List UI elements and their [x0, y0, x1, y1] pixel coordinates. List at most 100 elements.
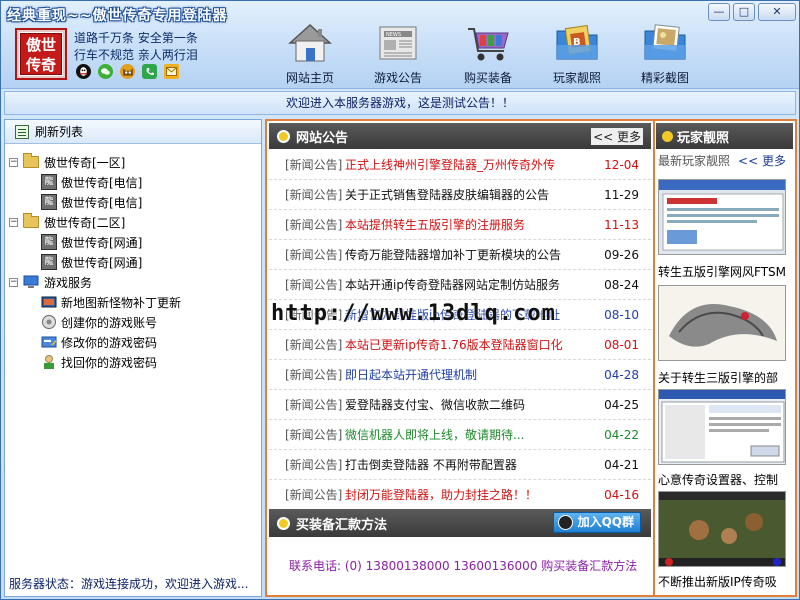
news-title-link[interactable]: 本站已更新ip传奇1.76版本登陆器窗口化 [345, 330, 563, 360]
bullet-icon [662, 130, 673, 142]
news-title-link[interactable]: 本站开通ip传奇登陆器网站定制仿站服务 [345, 270, 560, 300]
photo-caption[interactable]: 不断推出新版IP传奇吸 [658, 573, 788, 590]
photo-caption[interactable]: 关于转生三版引擎的部 [658, 369, 788, 386]
news-title-link[interactable]: 爱登陆器支付宝、微信收款二维码 [345, 390, 525, 420]
folder-icon [23, 213, 39, 228]
photo-thumbnail[interactable] [658, 285, 786, 361]
nav-shop[interactable]: 购买装备 [453, 21, 523, 86]
nav-label: 网站主页 [285, 71, 334, 85]
news-item[interactable]: [新闻公告] 即日起本站开通代理机制 04-28 [269, 360, 651, 390]
news-item[interactable]: [新闻公告] 关于正式销售登陆器皮肤编辑器的公告 11-29 [269, 180, 651, 210]
news-item[interactable]: [新闻公告] 本站已更新ip传奇1.76版本登陆器窗口化 08-01 [269, 330, 651, 360]
news-title-link[interactable]: 正式上线神州引擎登陆器_万州传奇外传 [345, 150, 555, 180]
news-date: 08-24 [604, 278, 639, 292]
photo-thumbnail[interactable] [658, 389, 786, 465]
slogan-line: 道路千万条 安全第一条 [74, 31, 198, 45]
news-title-link[interactable]: 传奇万能登陆器增加补丁更新模块的公告 [345, 240, 561, 270]
payment-contact: 联系电话: (0) 13800138000 13600136000 购买装备汇款… [289, 559, 638, 573]
server-tree: − 傲世传奇[一区] 龍 傲世传奇[电信] 龍 傲世传奇[电信] − 傲世传奇[… [9, 152, 259, 372]
minimize-button[interactable]: — [708, 3, 730, 21]
news-tag: [新闻公告] [285, 218, 343, 232]
news-tag: [新闻公告] [285, 188, 343, 202]
contact-icons [76, 64, 179, 79]
app-window: 经典重现~~傲世传奇专用登陆器 傲世 传奇 道路千万条 安全第一条 行车不规范 … [0, 0, 800, 600]
news-item[interactable]: [新闻公告] 正式上线神州引擎登陆器_万州传奇外传 12-04 [269, 150, 651, 180]
refresh-label: 刷新列表 [35, 125, 84, 139]
news-title-link[interactable]: 本站提供转生五版引擎的注册服务 [345, 210, 525, 240]
collapse-toggle[interactable]: − [9, 157, 18, 167]
cart-icon [468, 28, 509, 61]
photo-thumbnail[interactable] [658, 179, 786, 255]
news-title-link[interactable]: 微信机器人即将上线，敬请期待... [345, 420, 524, 450]
photos-title: 玩家靓照 [677, 130, 730, 146]
news-more-link[interactable]: << 更多 [591, 128, 643, 145]
tree-group[interactable]: − 游戏服务 [9, 272, 259, 292]
service-item[interactable]: 创建你的游戏账号 [9, 312, 259, 332]
news-item[interactable]: [新闻公告] 本站提供转生五版引擎的注册服务 11-13 [269, 210, 651, 240]
screenshot-folder-icon [644, 24, 686, 60]
service-item[interactable]: 找回你的游戏密码 [9, 352, 259, 372]
player-photos-panel: 玩家靓照 最新玩家靓照 << 更多 转生五版引擎网风FTSM 关于转生三版引擎的… [656, 123, 793, 593]
service-item[interactable]: 新地图新怪物补丁更新 [9, 292, 259, 312]
tree-group[interactable]: − 傲世传奇[一区] [9, 152, 259, 172]
payment-title: 买装备汇款方法 [296, 517, 388, 533]
server-item[interactable]: 龍 傲世传奇[网通] [9, 232, 259, 252]
server-label: 傲世传奇[电信] [61, 175, 143, 190]
nav-screenshots[interactable]: 精彩截图 [630, 21, 700, 86]
change-password-icon [41, 336, 57, 348]
server-item[interactable]: 龍 傲世传奇[电信] [9, 192, 259, 212]
news-date: 11-13 [604, 218, 639, 232]
join-qq-group-button[interactable]: 加入QQ群 [552, 512, 641, 533]
photos-sub: 最新玩家靓照 [658, 153, 731, 168]
photos-subheader: 最新玩家靓照 << 更多 [656, 149, 793, 171]
server-label: 傲世传奇[网通] [61, 255, 143, 270]
photo-thumbnail[interactable] [658, 491, 786, 567]
news-item[interactable]: [新闻公告] 打击倒卖登陆器 不再附带配置器 04-21 [269, 450, 651, 480]
nav-news[interactable]: NEWS 游戏公告 [363, 21, 433, 86]
qq-icon[interactable] [76, 64, 91, 79]
wechat-icon[interactable] [98, 64, 113, 79]
divider [653, 121, 655, 595]
news-date: 04-21 [604, 458, 639, 472]
news-item[interactable]: [新闻公告] 爱登陆器支付宝、微信收款二维码 04-25 [269, 390, 651, 420]
news-tag: [新闻公告] [285, 278, 343, 292]
news-icon: NEWS [379, 26, 417, 60]
news-date: 04-28 [604, 368, 639, 382]
collapse-toggle[interactable]: − [9, 277, 18, 287]
nav-player-photos[interactable]: B 玩家靓照 [542, 21, 612, 86]
news-item[interactable]: [新闻公告] 本站开通ip传奇登陆器网站定制仿站服务 08-24 [269, 270, 651, 300]
phone-icon[interactable] [142, 64, 157, 79]
news-tag: [新闻公告] [285, 428, 343, 442]
tree-group[interactable]: − 傲世传奇[二区] [9, 212, 259, 232]
server-item[interactable]: 龍 傲世传奇[电信] [9, 172, 259, 192]
close-button[interactable]: ✕ [758, 3, 796, 21]
server-label: 傲世传奇[电信] [61, 195, 143, 210]
server-label: 傲世传奇[网通] [61, 235, 143, 250]
notice-bar: 欢迎进入本服务器游戏，这是测试公告！！ [4, 91, 796, 115]
refresh-list-button[interactable]: 刷新列表 [5, 120, 261, 144]
news-title-link[interactable]: 关于正式销售登陆器皮肤编辑器的公告 [345, 180, 549, 210]
collapse-toggle[interactable]: − [9, 217, 18, 227]
cat-icon[interactable] [120, 64, 135, 79]
news-title-link[interactable]: 即日起本站开通代理机制 [345, 360, 477, 390]
news-item[interactable]: [新闻公告] 传奇万能登陆器增加补丁更新模块的公告 09-26 [269, 240, 651, 270]
maximize-button[interactable]: □ [733, 3, 755, 21]
news-item[interactable]: [新闻公告] 封闭万能登陆器，助力封挂之路！！ 04-16 [269, 480, 651, 510]
photo-caption[interactable]: 转生五版引擎网风FTSM [658, 263, 788, 280]
news-tag: [新闻公告] [285, 488, 343, 502]
server-list-panel: 刷新列表 − 傲世传奇[一区] 龍 傲世传奇[电信] 龍 傲世传奇[电信] − … [4, 119, 262, 597]
news-title-link[interactable]: 封闭万能登陆器，助力封挂之路！！ [345, 480, 537, 510]
nav-home[interactable]: 网站主页 [275, 21, 345, 86]
photos-more-link[interactable]: << 更多 [738, 152, 786, 169]
news-title-link[interactable]: 打击倒卖登陆器 不再附带配置器 [345, 450, 517, 480]
news-date: 12-04 [604, 158, 639, 172]
news-date: 08-10 [604, 308, 639, 322]
news-tag: [新闻公告] [285, 398, 343, 412]
service-item[interactable]: 修改你的游戏密码 [9, 332, 259, 352]
mail-icon[interactable] [164, 64, 179, 79]
svg-text:NEWS: NEWS [386, 32, 401, 38]
service-label: 找回你的游戏密码 [61, 355, 158, 370]
photo-caption[interactable]: 心意传奇设置器、控制 [658, 471, 788, 488]
server-item[interactable]: 龍 傲世传奇[网通] [9, 252, 259, 272]
news-item[interactable]: [新闻公告] 微信机器人即将上线，敬请期待... 04-22 [269, 420, 651, 450]
